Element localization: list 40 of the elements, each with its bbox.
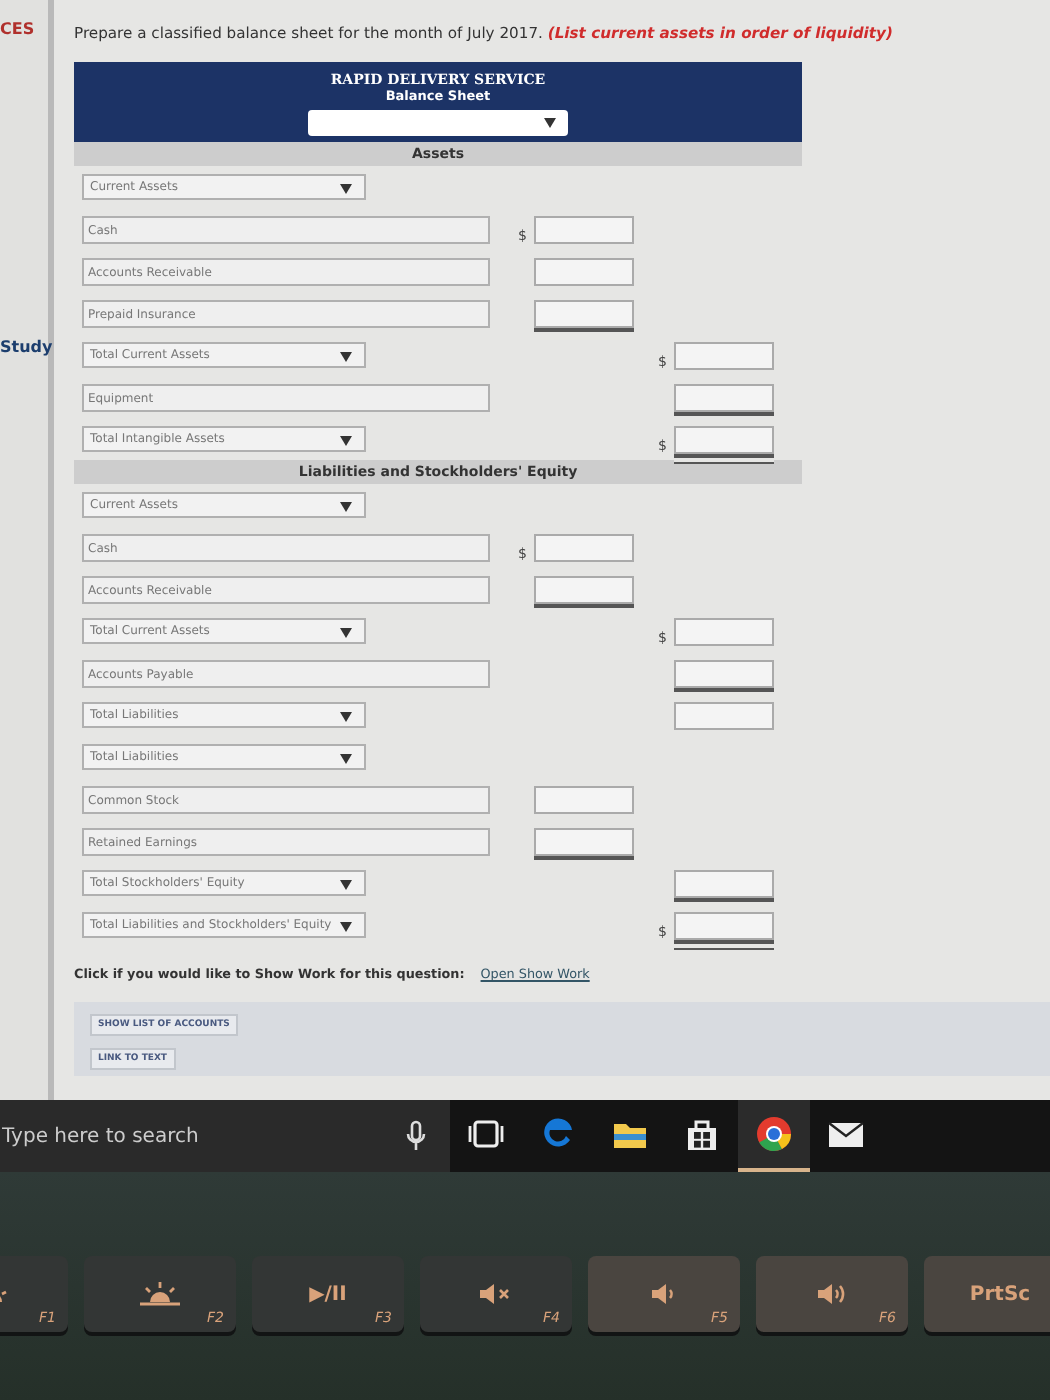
amount-field[interactable] <box>534 575 634 603</box>
caret-icon <box>340 754 352 764</box>
amount-field[interactable] <box>674 383 774 411</box>
taskbar-app[interactable] <box>738 1100 810 1172</box>
caret-icon <box>340 628 352 638</box>
caret-icon <box>340 502 352 512</box>
caret-icon <box>544 118 556 128</box>
amount-field[interactable] <box>534 257 634 285</box>
caret-icon <box>340 922 352 932</box>
mute-icon <box>478 1282 514 1306</box>
amount-field[interactable] <box>674 617 774 645</box>
sidebar-item[interactable]: Study <box>0 338 48 356</box>
keyboard-key[interactable]: PrtSc <box>924 1256 1050 1332</box>
windows-icon <box>468 1120 504 1148</box>
sidebar-item[interactable]: CES <box>0 20 48 38</box>
caret-icon <box>340 712 352 722</box>
folder-icon <box>612 1119 648 1149</box>
search-box[interactable]: Type here to search <box>0 1100 450 1172</box>
amount-field[interactable] <box>674 659 774 687</box>
amount-field[interactable] <box>674 869 774 897</box>
round-logo-icon <box>756 1116 792 1152</box>
amount-field[interactable] <box>674 701 774 729</box>
volume-icon <box>816 1282 848 1306</box>
browser-icon <box>540 1116 576 1152</box>
brightness-icon <box>138 1282 182 1306</box>
amount-field[interactable] <box>674 341 774 369</box>
amount-field[interactable] <box>534 533 634 561</box>
caret-icon <box>340 436 352 446</box>
amount-field[interactable] <box>534 299 634 327</box>
search-field[interactable]: Type here to search <box>0 1125 406 1147</box>
amount-field[interactable] <box>534 785 634 813</box>
shopping-bag-icon <box>686 1117 718 1151</box>
caret-icon <box>340 184 352 194</box>
amount-field[interactable] <box>534 215 634 243</box>
caret-icon <box>340 352 352 362</box>
volume-icon <box>650 1282 678 1306</box>
amount-field[interactable] <box>534 827 634 855</box>
mail-icon <box>828 1121 864 1147</box>
caret-icon <box>340 880 352 890</box>
microphone-icon[interactable] <box>406 1120 426 1152</box>
